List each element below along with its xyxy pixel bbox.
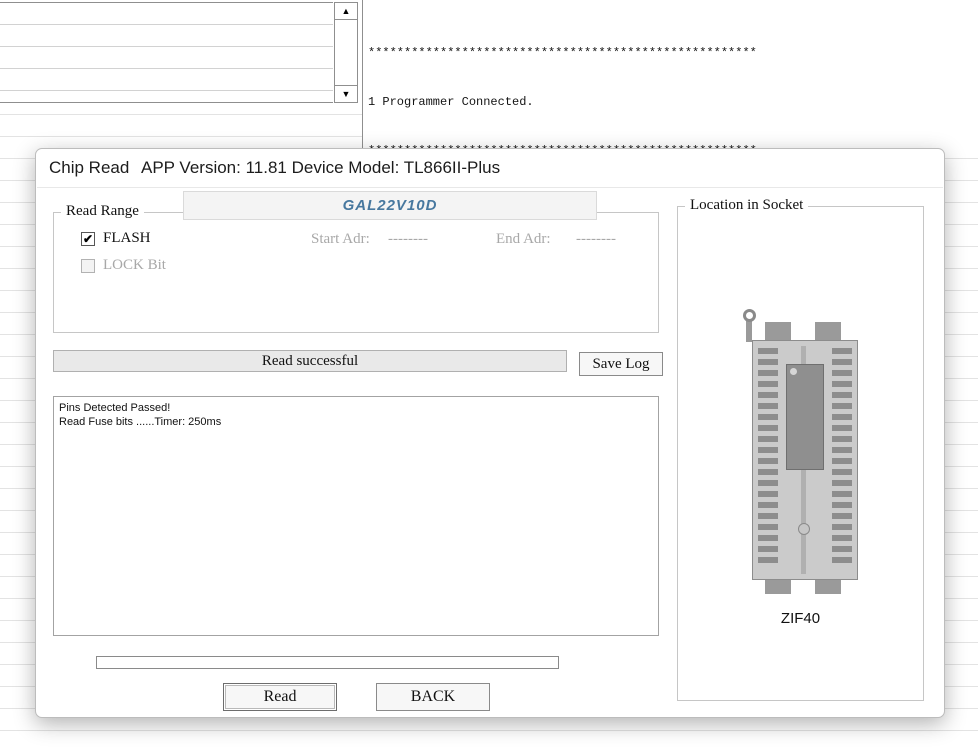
- lock-bit-label: LOCK Bit: [103, 257, 166, 274]
- zif-top-tab-right: [815, 322, 841, 342]
- operation-log: Pins Detected Passed! Read Fuse bits ...…: [53, 396, 659, 636]
- console-line: ****************************************…: [368, 45, 800, 61]
- location-in-socket-groupbox: Location in Socket ZIF40: [677, 206, 924, 701]
- flash-checkbox[interactable]: ✔: [81, 232, 95, 246]
- app-window: ▲ ▼ ************************************…: [0, 0, 978, 748]
- dialog-title: Chip Read: [49, 158, 129, 178]
- zif-screw-icon: [798, 523, 810, 535]
- zif-pins-right: [832, 348, 852, 566]
- chip-read-dialog: Chip Read APP Version: 11.81 Device Mode…: [35, 148, 945, 718]
- progress-bar: [96, 656, 559, 669]
- zif-top-tab-left: [765, 322, 791, 342]
- lock-bit-checkbox-row: LOCK Bit: [81, 257, 166, 274]
- socket-name: ZIF40: [678, 610, 923, 627]
- inserted-chip: [786, 364, 824, 470]
- device-list-scrollbar[interactable]: ▲ ▼: [334, 2, 358, 103]
- flash-checkbox-row: ✔ FLASH: [81, 230, 151, 247]
- checkmark-icon: ✔: [83, 233, 93, 245]
- zif-bottom-tab-right: [815, 580, 841, 594]
- chip-pin1-dot-icon: [790, 368, 797, 375]
- zif-bottom-tab-left: [765, 580, 791, 594]
- flash-label: FLASH: [103, 230, 151, 247]
- end-adr-label: End Adr:: [496, 231, 551, 248]
- lock-bit-checkbox[interactable]: [81, 259, 95, 273]
- title-separator: [37, 187, 943, 188]
- status-text: Read successful: [262, 353, 358, 370]
- back-button[interactable]: BACK: [376, 683, 490, 711]
- scroll-up-icon[interactable]: ▲: [335, 3, 357, 20]
- log-line: Read Fuse bits ......Timer: 250ms: [59, 415, 653, 429]
- save-log-button[interactable]: Save Log: [579, 352, 663, 376]
- end-adr-value: --------: [576, 231, 616, 248]
- read-range-label: Read Range: [61, 203, 144, 220]
- dialog-subtitle: APP Version: 11.81 Device Model: TL866II…: [141, 158, 500, 178]
- start-adr-label: Start Adr:: [311, 231, 370, 248]
- zif-pins-left: [758, 348, 778, 566]
- log-line: Pins Detected Passed!: [59, 401, 653, 415]
- status-bar: Read successful: [53, 350, 567, 372]
- start-adr-value: --------: [388, 231, 428, 248]
- scroll-down-icon[interactable]: ▼: [335, 85, 357, 102]
- programmer-console: ****************************************…: [362, 0, 978, 148]
- device-list[interactable]: [0, 2, 333, 103]
- console-line: 1 Programmer Connected.: [368, 94, 800, 110]
- zif-lever-icon: [743, 309, 756, 322]
- read-button[interactable]: Read: [223, 683, 337, 711]
- zif-lever-stem: [746, 320, 752, 342]
- device-name-label: GAL22V10D: [343, 197, 438, 214]
- device-name-tab: GAL22V10D: [183, 191, 597, 220]
